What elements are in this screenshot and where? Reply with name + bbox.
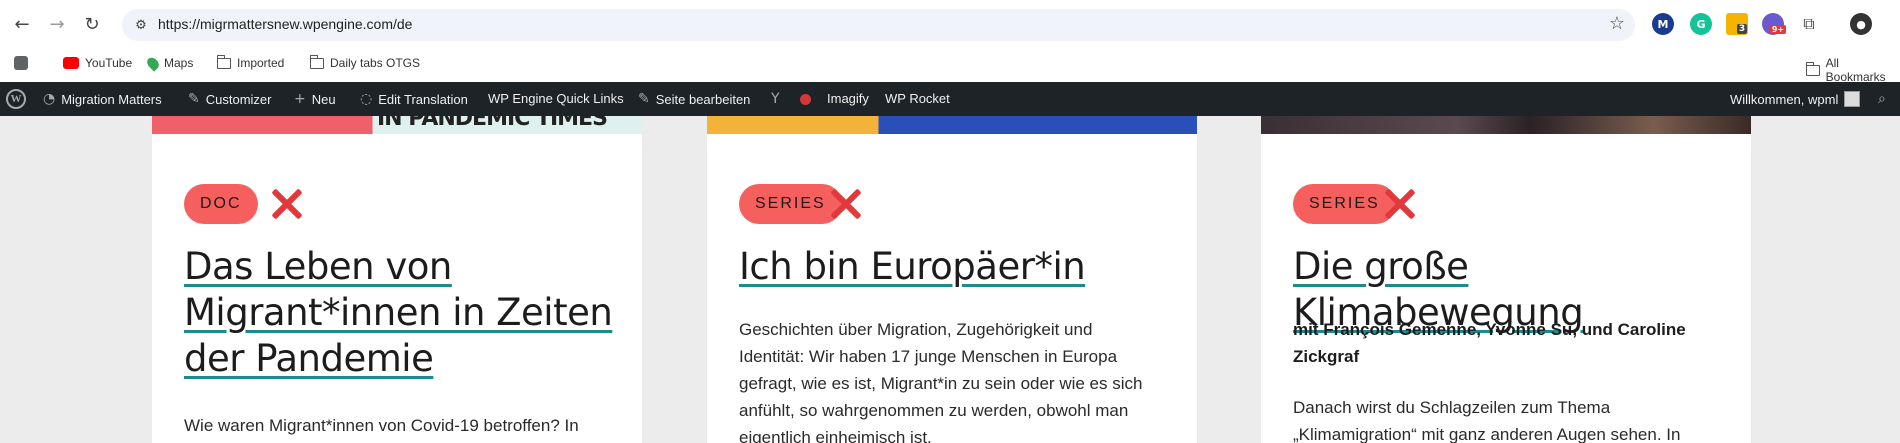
card-excerpt: Geschichten über Migration, Zugehörigkei…	[739, 320, 1143, 443]
admin-bar-my-account[interactable]: Willkommen, wpml	[1730, 91, 1861, 107]
card-title[interactable]: Das Leben von Migrant*innen in Zeiten de…	[184, 244, 624, 382]
folder-icon	[1805, 61, 1820, 76]
paintbrush-icon: ✎	[188, 91, 200, 107]
site-info-icon[interactable]: ⚙	[132, 16, 150, 34]
grammarly-extension-icon[interactable]: G	[1690, 13, 1712, 35]
article-card: SERIES Die große Klimabewegung mit Franç…	[1261, 116, 1751, 443]
article-card: IN PANDEMIC TIMES DOC Das Leben von Migr…	[152, 116, 642, 443]
extension-notifications-icon[interactable]: 9+	[1762, 13, 1787, 35]
x-mark-icon[interactable]	[1381, 185, 1419, 223]
browser-toolbar: ← → ↻ ⚙ https://migrmattersnew.wpengine.…	[0, 0, 1900, 48]
address-bar[interactable]: ⚙ https://migrmattersnew.wpengine.com/de…	[122, 9, 1635, 41]
maps-pin-icon	[144, 54, 162, 72]
wordpress-logo-icon[interactable]: W	[6, 89, 26, 109]
image-caption: IN PANDEMIC TIMES	[377, 116, 608, 131]
admin-bar-site-name[interactable]: ◔ Migration Matters	[43, 91, 162, 107]
admin-bar-imagify[interactable]: Imagify	[827, 91, 869, 106]
all-bookmarks-label: All Bookmarks	[1825, 56, 1886, 84]
folder-icon	[216, 54, 231, 69]
admin-bar-wp-rocket[interactable]: WP Rocket	[885, 91, 950, 106]
bookmark-label: Imported	[237, 56, 285, 70]
bookmarks-bar: YouTube Maps Imported Daily tabs OTGS Al…	[0, 48, 1900, 84]
article-card: SERIES Ich bin Europäer*in Geschichten ü…	[707, 116, 1197, 443]
plus-icon: +	[294, 91, 306, 107]
forward-arrow-icon[interactable]: →	[45, 12, 69, 36]
malwarebytes-extension-icon[interactable]: M	[1652, 13, 1674, 35]
admin-bar-quick-links[interactable]: WP Engine Quick Links	[488, 91, 624, 106]
admin-bar-edit-translation[interactable]: ◌ Edit Translation	[360, 91, 468, 107]
pencil-icon: ✎	[638, 91, 650, 107]
wp-admin-bar: W ◔ Migration Matters ✎ Customizer + Neu…	[0, 82, 1900, 116]
admin-bar-new[interactable]: + Neu	[294, 91, 336, 107]
admin-bar-customizer[interactable]: ✎ Customizer	[188, 91, 271, 107]
extension-badge-icon[interactable]: 3	[1726, 13, 1748, 35]
card-excerpt: Wie waren Migrant*innen von Covid-19 bet…	[184, 416, 579, 435]
translation-icon: ◌	[360, 91, 373, 107]
seo-status-dot	[800, 94, 811, 105]
dashboard-icon: ◔	[43, 91, 56, 107]
card-image[interactable]	[707, 116, 1197, 134]
page-content: IN PANDEMIC TIMES DOC Das Leben von Migr…	[0, 116, 1900, 443]
category-tag[interactable]: DOC	[184, 184, 258, 224]
card-subtitle: mit François Gemenne, Yvonne Su, und Car…	[1293, 320, 1686, 366]
bookmark-star-icon[interactable]: ☆	[1609, 13, 1625, 34]
admin-bar-edit-page[interactable]: ✎ Seite bearbeiten	[638, 91, 750, 107]
bookmark-imported[interactable]: Imported	[216, 54, 285, 70]
back-arrow-icon[interactable]: ←	[10, 12, 34, 36]
bookmark-label: Daily tabs OTGS	[330, 56, 421, 70]
card-image[interactable]: IN PANDEMIC TIMES	[152, 116, 642, 134]
bookmark-daily-tabs[interactable]: Daily tabs OTGS	[309, 54, 421, 70]
all-bookmarks[interactable]: All Bookmarks	[1805, 56, 1900, 84]
profile-avatar[interactable]: ●	[1850, 13, 1872, 35]
url-text[interactable]: https://migrmattersnew.wpengine.com/de	[158, 16, 412, 32]
apps-icon[interactable]	[14, 56, 28, 70]
folder-icon	[309, 54, 324, 69]
card-excerpt: Danach wirst du Schlagzeilen zum Thema „…	[1293, 398, 1681, 443]
x-mark-icon[interactable]	[268, 185, 306, 223]
reload-icon[interactable]: ↻	[80, 12, 104, 36]
search-icon[interactable]: ⌕	[1878, 91, 1886, 107]
x-mark-icon[interactable]	[827, 185, 865, 223]
bookmark-label: YouTube	[85, 56, 133, 70]
bookmark-youtube[interactable]: YouTube	[63, 56, 132, 70]
bookmark-label: Maps	[164, 56, 194, 70]
yoast-seo-icon[interactable]: Y	[771, 91, 780, 107]
card-image[interactable]	[1261, 116, 1751, 134]
bookmark-maps[interactable]: Maps	[144, 54, 194, 72]
youtube-icon	[63, 57, 79, 69]
avatar	[1844, 91, 1861, 107]
card-title[interactable]: Ich bin Europäer*in	[739, 244, 1179, 290]
extensions-puzzle-icon[interactable]: ⧉	[1797, 12, 1821, 36]
